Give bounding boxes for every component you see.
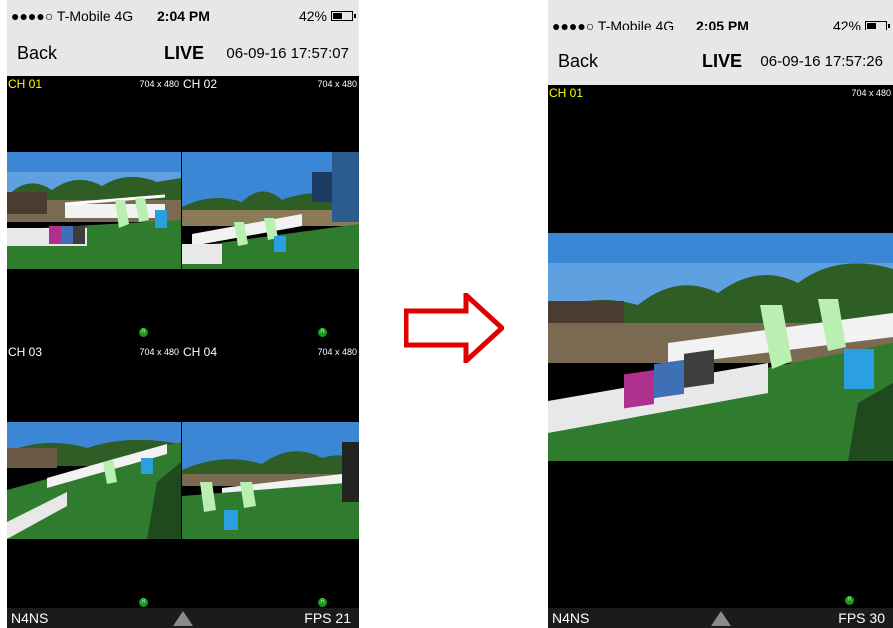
rec-icon: R: [318, 328, 327, 337]
camera-feed: [7, 152, 181, 269]
battery-percent: 42%: [298, 8, 327, 24]
rec-icon: R: [318, 598, 327, 607]
live-datetime: 06-09-16 17:57:26: [760, 53, 883, 70]
resolution-label: 704 x 480: [317, 347, 357, 357]
bottom-bar: N4NS FPS 21: [7, 608, 359, 628]
camera-tile-ch01[interactable]: CH 01 704 x 480 R: [7, 76, 181, 344]
camera-tile-ch04[interactable]: CH 04 704 x 480 R: [182, 344, 359, 609]
fps-counter: FPS 30: [838, 610, 885, 626]
resolution-label: 704 x 480: [851, 88, 891, 98]
right-arrow-icon: [404, 293, 504, 363]
status-bar: ●●●●○ T-Mobile 4G 2:04 PM 42%: [7, 0, 359, 30]
channel-label: CH 03: [8, 345, 43, 359]
nav-bar: Back LIVE 06-09-16 17:57:07: [7, 30, 359, 76]
nav-bar: Back LIVE 06-09-16 17:57:26: [548, 30, 893, 85]
camera-feed: [182, 422, 359, 539]
back-button[interactable]: Back: [17, 43, 57, 64]
up-triangle-icon[interactable]: [173, 611, 193, 626]
camera-feed: [7, 422, 181, 539]
camera-tile-ch03[interactable]: CH 03 704 x 480 R: [7, 344, 181, 609]
rec-icon: R: [139, 328, 148, 337]
page-title: LIVE: [702, 51, 743, 71]
carrier-label: ●●●●○ T-Mobile 4G: [11, 8, 134, 24]
channel-label: CH 02: [183, 77, 218, 91]
device-model: N4NS: [552, 610, 590, 626]
up-triangle-icon[interactable]: [710, 611, 731, 626]
camera-tile-ch02[interactable]: CH 02 704 x 480 R: [182, 76, 359, 344]
rec-icon: R: [845, 596, 854, 605]
single-channel-screen: ●●●●○ T-Mobile 4G 2:05 PM 42% Back LIVE …: [548, 0, 893, 628]
channel-label: CH 01: [549, 86, 584, 100]
channel-label: CH 04: [183, 345, 218, 359]
quad-view-screen: ●●●●○ T-Mobile 4G 2:04 PM 42% Back LIVE …: [7, 0, 359, 628]
battery-icon: [331, 11, 356, 21]
live-datetime: 06-09-16 17:57:07: [226, 45, 349, 62]
device-model: N4NS: [11, 610, 49, 626]
camera-feed: [548, 233, 893, 461]
status-bar: ●●●●○ T-Mobile 4G 2:05 PM 42%: [548, 0, 893, 34]
resolution-label: 704 x 480: [317, 79, 357, 89]
camera-tile-ch01-full[interactable]: CH 01 704 x 480 R: [548, 85, 893, 608]
rec-icon: R: [139, 598, 148, 607]
page-title: LIVE: [164, 43, 205, 63]
clock: 2:04 PM: [157, 8, 210, 24]
bottom-bar: N4NS FPS 30: [548, 608, 893, 628]
fps-counter: FPS 21: [304, 610, 351, 626]
back-button[interactable]: Back: [558, 51, 598, 72]
battery-status: 42%: [298, 8, 356, 24]
camera-feed: [182, 152, 359, 269]
channel-label: CH 01: [8, 77, 43, 91]
resolution-label: 704 x 480: [139, 79, 179, 89]
resolution-label: 704 x 480: [139, 347, 179, 357]
